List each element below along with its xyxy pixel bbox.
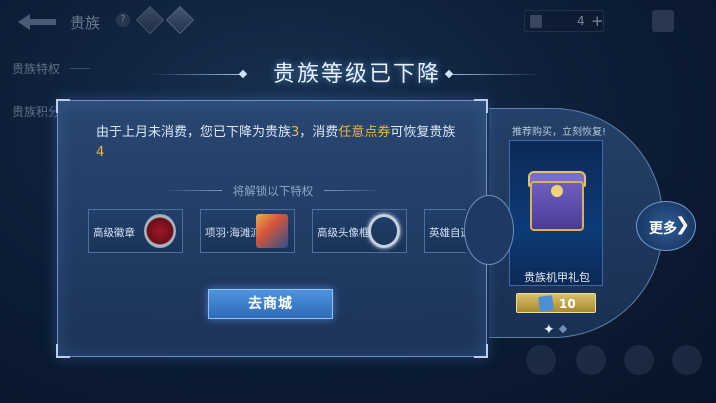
dialog-title-wrap: 贵族等级已下降 [237,56,477,94]
privilege-item[interactable]: 英雄自选 [424,209,466,253]
privilege-item[interactable]: 高级徽章 [88,209,183,253]
go-to-shop-button[interactable]: 去商城 [208,289,333,319]
msg-level-high: 4 [96,145,105,160]
recommend-text: 推荐购买，立刻恢复! [512,127,607,138]
gift-pack-card[interactable]: 贵族机甲礼包 [509,140,603,286]
privilege-subhead: 将解锁以下特权 [232,184,314,198]
more-label: 更多 [649,221,677,237]
corner-decor [56,99,70,113]
msg-highlight: 任意点券 [338,125,391,140]
hero-skin-icon [256,214,288,248]
badge-icon [144,214,176,248]
chest-lock-icon [551,185,563,197]
panel-notch [464,195,514,265]
chevron-right-icon: ❯ [675,214,691,235]
coupon-icon [538,295,554,312]
pack-name: 贵族机甲礼包 [524,271,590,284]
level-drop-dialog: 由于上月未消费，您已下降为贵族3，消费任意点券可恢复贵族4 将解锁以下特权 高级… [56,99,488,358]
buy-price-button[interactable]: 10 [516,293,596,313]
privilege-label: 高级头像框 [317,227,370,239]
privilege-item[interactable]: 项羽·海滩派对 [200,209,295,253]
msg-part: 由于上月未消费，您已下降为贵族 [96,125,292,140]
subhead-line-right [324,190,384,191]
avatar-frame-icon [368,214,400,248]
price-value: 10 [559,297,576,311]
more-button[interactable]: 更多 ❯ [636,201,696,251]
title-divider-right [452,74,542,75]
dialog-title: 贵族等级已下降 [272,62,441,87]
privilege-item[interactable]: 高级头像框 [312,209,407,253]
privilege-label: 高级徽章 [93,227,135,239]
corner-decor [474,99,488,113]
privilege-label: 英雄自选 [429,227,466,239]
privilege-list: 高级徽章 项羽·海滩派对 高级头像框 英雄自选 [88,209,466,253]
sparkle-icon: ✦ [543,322,555,338]
corner-decor [56,344,70,358]
msg-part: 可恢复贵族 [390,125,456,140]
corner-decor [474,344,488,358]
title-divider-left [150,74,240,75]
dialog-message: 由于上月未消费，您已下降为贵族3，消费任意点券可恢复贵族4 [96,123,456,163]
msg-part: ，消费 [299,125,339,140]
